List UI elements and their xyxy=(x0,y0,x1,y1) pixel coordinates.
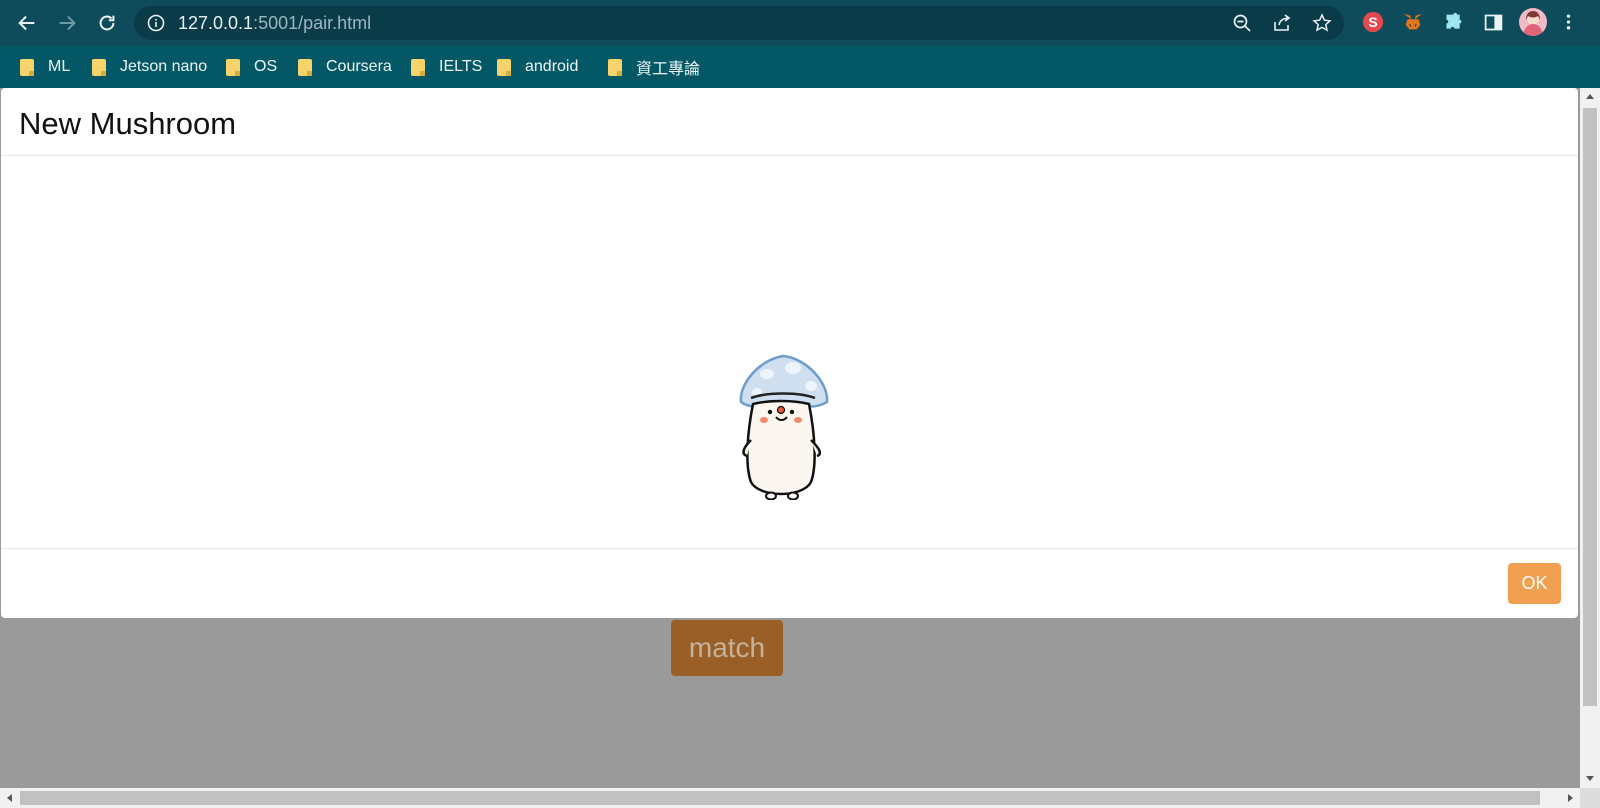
reload-button[interactable] xyxy=(90,6,124,40)
share-icon[interactable] xyxy=(1272,13,1292,33)
modal-title: New Mushroom xyxy=(19,106,237,141)
bookmark-jetson-nano[interactable]: Jetson nano xyxy=(92,46,207,88)
new-mushroom-modal: New Mushroom OK xyxy=(1,88,1578,618)
scroll-up-arrow-icon[interactable] xyxy=(1586,94,1594,99)
vertical-scroll-thumb[interactable] xyxy=(1583,108,1597,706)
address-bar[interactable]: 127.0.0.1:5001/pair.html xyxy=(134,6,1344,40)
bookmark-label: OS xyxy=(254,58,278,75)
info-icon[interactable] xyxy=(146,13,166,33)
folder-icon xyxy=(226,58,240,76)
folder-icon xyxy=(497,58,511,76)
modal-body xyxy=(1,156,1578,548)
extension-s-label: S xyxy=(1368,14,1378,30)
reload-icon xyxy=(99,15,115,31)
modal-header: New Mushroom xyxy=(1,88,1578,156)
bookmark-label: Jetson nano xyxy=(120,58,208,75)
folder-icon xyxy=(92,58,106,76)
scroll-left-arrow-icon[interactable] xyxy=(7,794,12,802)
sidepanel-icon xyxy=(1484,14,1502,30)
folder-icon xyxy=(411,58,425,76)
match-button[interactable]: match xyxy=(671,620,783,676)
side-panel-button[interactable] xyxy=(1481,10,1505,34)
bookmark-label: IELTS xyxy=(439,58,483,75)
mushroom-character-image xyxy=(739,354,829,500)
bookmark-ielts[interactable]: IELTS xyxy=(411,46,482,88)
modal-footer: OK xyxy=(1,548,1578,619)
horizontal-scroll-thumb[interactable] xyxy=(20,791,1540,805)
bookmark-label: Coursera xyxy=(326,58,392,75)
menu-button[interactable] xyxy=(1560,10,1576,34)
bookmark-android[interactable]: android xyxy=(497,46,578,88)
metamask-button[interactable] xyxy=(1401,10,1425,34)
bookmark-label: 資工專論 xyxy=(636,61,701,78)
avatar-image xyxy=(1523,11,1543,36)
menu-icon xyxy=(1566,14,1570,30)
bookmarks-bar: ML Jetson nano OS Coursera IELTS android… xyxy=(0,46,1600,88)
horizontal-scrollbar[interactable] xyxy=(0,788,1580,808)
browser-toolbar: 127.0.0.1:5001/pair.html S xyxy=(0,0,1600,46)
folder-icon xyxy=(608,58,622,76)
zoom-out-icon[interactable] xyxy=(1232,13,1252,33)
back-icon xyxy=(18,15,35,31)
extensions-button[interactable] xyxy=(1441,10,1465,34)
extension-s-button[interactable]: S xyxy=(1361,10,1385,34)
forward-icon xyxy=(59,15,76,31)
vertical-scrollbar[interactable] xyxy=(1580,88,1600,788)
bookmark-os[interactable]: OS xyxy=(226,46,277,88)
scroll-right-arrow-icon[interactable] xyxy=(1568,794,1573,802)
url-host: 127.0.0.1 xyxy=(178,13,254,33)
url-path: :5001/pair.html xyxy=(253,13,372,33)
puzzle-icon xyxy=(1446,12,1461,29)
avatar[interactable] xyxy=(1519,8,1547,36)
bookmark-label: android xyxy=(525,58,579,75)
scroll-down-arrow-icon[interactable] xyxy=(1586,776,1594,781)
bookmark-cs-seminar[interactable]: 資工專論 xyxy=(608,46,700,88)
ok-button[interactable]: OK xyxy=(1508,563,1561,604)
star-icon[interactable] xyxy=(1312,13,1332,33)
folder-icon xyxy=(20,58,34,76)
bookmark-ml[interactable]: ML xyxy=(20,46,70,88)
bookmark-label: ML xyxy=(48,58,71,75)
scrollbar-corner xyxy=(1580,788,1600,808)
metamask-icon xyxy=(1403,13,1423,30)
url-text: 127.0.0.1:5001/pair.html xyxy=(178,6,371,40)
folder-icon xyxy=(298,58,312,76)
bookmark-coursera[interactable]: Coursera xyxy=(298,46,392,88)
forward-button[interactable] xyxy=(50,6,84,40)
back-button[interactable] xyxy=(10,6,44,40)
